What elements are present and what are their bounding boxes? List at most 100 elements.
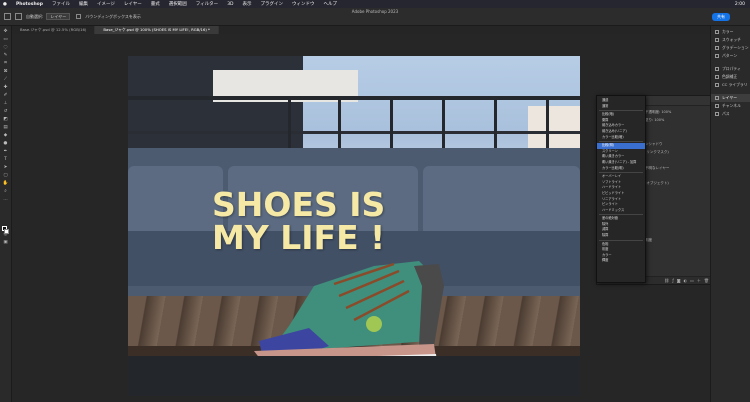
frame-tool-icon[interactable]: ⊠	[2, 69, 9, 74]
menu-file[interactable]: ファイル	[52, 1, 70, 7]
panel-patterns[interactable]: パターン	[711, 52, 750, 60]
hand-tool-icon[interactable]: ✋	[2, 181, 9, 186]
fill-value[interactable]: 100%	[654, 118, 664, 122]
app-menu[interactable]: Photoshop	[16, 2, 43, 7]
panel-patterns-label: パターン	[722, 53, 737, 58]
layer-row[interactable]: ンシャドウ	[645, 142, 663, 148]
panel-adjustments-label: 色調補正	[722, 74, 738, 79]
document-tab-2[interactable]: Base_ジャケ.psd @ 100% (SHOES IS MY LIFE!, …	[95, 26, 219, 34]
zoom-tool-icon[interactable]: ⌕	[2, 189, 9, 194]
screen-mode-icon[interactable]: ▣	[2, 240, 9, 245]
marquee-tool-icon[interactable]: ▭	[2, 37, 9, 42]
layer-row[interactable]: 不明なレイヤー	[645, 166, 669, 172]
link-layers-icon[interactable]: ⛓	[664, 278, 669, 283]
menu-view[interactable]: 表示	[243, 1, 252, 7]
background-color-swatch[interactable]	[4, 229, 9, 234]
apple-icon[interactable]: ●	[3, 2, 7, 7]
home-icon[interactable]	[4, 13, 11, 20]
lasso-tool-icon[interactable]: ◌	[2, 45, 9, 50]
panel-channels-label: チャンネル	[722, 103, 741, 108]
document-tab-1[interactable]: Base.ジャケ.psd @ 12.5% (RGB/16)	[12, 26, 96, 34]
menu-separator	[599, 110, 643, 112]
panel-paths[interactable]: パス	[711, 110, 750, 118]
transform-checkbox[interactable]	[76, 14, 82, 19]
type-tool-icon[interactable]: T	[2, 157, 9, 162]
fill-control[interactable]: 塗り: 100%	[645, 118, 664, 124]
menu-filter[interactable]: フィルター	[196, 1, 218, 7]
brush-tool-icon[interactable]: ✐	[2, 93, 9, 98]
eyedropper-tool-icon[interactable]: ⟋	[2, 77, 9, 82]
layer-row[interactable]: (オブジェクト)	[645, 181, 669, 187]
more-tools-icon[interactable]: …	[2, 197, 9, 202]
eraser-tool-icon[interactable]: ◩	[2, 117, 9, 122]
healing-brush-tool-icon[interactable]: ✚	[2, 85, 9, 90]
panel-gradients-label: グラデーション	[722, 45, 749, 50]
panel-layers[interactable]: レイヤー	[711, 94, 750, 102]
blur-tool-icon[interactable]: ◆	[2, 133, 9, 138]
panel-libraries[interactable]: CC ライブラリ	[711, 81, 750, 89]
path-select-tool-icon[interactable]: ➤	[2, 165, 9, 170]
menu-select[interactable]: 選択範囲	[169, 1, 187, 7]
pen-tool-icon[interactable]: ✒	[2, 149, 9, 154]
canvas-headline[interactable]: SHOES IS MY LIFE !	[212, 188, 385, 254]
move-tool-icon[interactable]	[15, 13, 22, 20]
menu-type[interactable]: 書式	[151, 1, 160, 7]
quick-select-tool-icon[interactable]: ✎	[2, 53, 9, 58]
panel-adjustments[interactable]: 色調補正	[711, 73, 750, 81]
auto-select-dropdown[interactable]: レイヤー	[46, 13, 71, 20]
layer-style-icon[interactable]: ƒ	[672, 278, 673, 283]
tools-panel: ✥ ▭ ◌ ✎ ⌗ ⊠ ⟋ ✚ ✐ ⊥ ↺ ◩ ▤ ◆ ● ✒ T ➤ ▢ ✋ …	[0, 26, 12, 402]
canvas-shoe	[254, 261, 444, 356]
panel-swatches-label: スウォッチ	[722, 37, 741, 42]
fill-label: 塗り:	[645, 118, 654, 122]
panel-gradients[interactable]: グラデーション	[711, 44, 750, 52]
trash-icon[interactable]: 🗑	[704, 278, 709, 283]
add-mask-icon[interactable]: ◙	[677, 278, 681, 283]
document-tabs: Base.ジャケ.psd @ 12.5% (RGB/16) Base_ジャケ.p…	[12, 26, 710, 34]
menu-help[interactable]: ヘルプ	[324, 1, 338, 7]
menu-layer[interactable]: レイヤー	[124, 1, 142, 7]
history-brush-tool-icon[interactable]: ↺	[2, 109, 9, 114]
color-icon	[715, 30, 719, 34]
new-layer-icon[interactable]: ＋	[697, 278, 701, 284]
panel-layers-label: レイヤー	[722, 95, 738, 100]
menu-bar: ● Photoshop ファイル 編集 イメージ レイヤー 書式 選択範囲 フィ…	[0, 0, 750, 8]
share-button[interactable]: 共有	[712, 12, 730, 21]
menu-plugins[interactable]: プラグイン	[261, 1, 284, 7]
clone-stamp-tool-icon[interactable]: ⊥	[2, 101, 9, 106]
crop-tool-icon[interactable]: ⌗	[2, 61, 9, 66]
panel-color-label: カラー	[722, 29, 734, 34]
transform-label: バウンディングボックスを表示	[85, 13, 141, 19]
blend-mode-menu[interactable]: 通過 通常 比較(暗) 乗算 焼き込みカラー 焼き込み(リニア) カラー比較(暗…	[596, 95, 646, 283]
menu-separator	[599, 172, 643, 174]
new-group-icon[interactable]: ▭	[690, 278, 694, 283]
document-canvas[interactable]: SHOES IS MY LIFE !	[128, 56, 580, 356]
blend-mode-item[interactable]: 通常	[597, 104, 645, 110]
blend-mode-item[interactable]: カラー比較(暗)	[597, 135, 645, 141]
gradient-tool-icon[interactable]: ▤	[2, 125, 9, 130]
panel-properties-label: プロパティ	[722, 66, 741, 71]
opacity-control[interactable]: 不透明度: 100%	[645, 110, 671, 116]
blend-mode-item[interactable]: 輝度	[597, 258, 645, 264]
shape-tool-icon[interactable]: ▢	[2, 173, 9, 178]
menubar-clock: 2:00	[734, 1, 745, 7]
blend-mode-item[interactable]: ハードミックス	[597, 208, 645, 214]
menu-window[interactable]: ウィンドウ	[292, 1, 315, 7]
blend-mode-item[interactable]: 除算	[597, 233, 645, 239]
panel-properties[interactable]: プロパティ	[711, 65, 750, 73]
menu-image[interactable]: イメージ	[97, 1, 115, 7]
adjustments-icon	[715, 75, 719, 79]
panel-channels[interactable]: チャンネル	[711, 102, 750, 110]
opacity-value[interactable]: 100%	[661, 110, 671, 114]
panel-color[interactable]: カラー	[711, 28, 750, 36]
menu-3d[interactable]: 3D	[227, 2, 233, 7]
menu-edit[interactable]: 編集	[79, 1, 88, 7]
dodge-tool-icon[interactable]: ●	[2, 141, 9, 146]
panel-swatches[interactable]: スウォッチ	[711, 36, 750, 44]
adjustment-layer-icon[interactable]: ◐	[684, 278, 688, 283]
menu-separator	[599, 141, 643, 143]
blend-mode-item[interactable]: カラー比較(明)	[597, 166, 645, 172]
layer-row[interactable]: (リンクマスク)	[645, 150, 669, 156]
layer-row[interactable]: 明度	[645, 238, 652, 244]
move-tool-icon[interactable]: ✥	[2, 29, 9, 34]
